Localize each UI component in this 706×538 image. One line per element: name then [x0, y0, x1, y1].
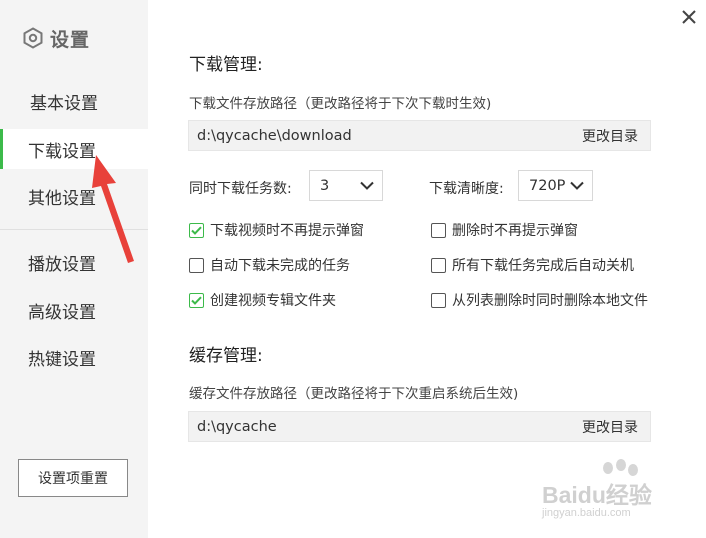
cache-change-dir-button[interactable]: 更改目录 — [582, 417, 638, 437]
checkbox-label: 所有下载任务完成后自动关机 — [452, 258, 634, 274]
download-change-dir-button[interactable]: 更改目录 — [582, 126, 638, 146]
quality-select[interactable]: 720P — [518, 170, 593, 201]
checkmark-icon — [191, 296, 202, 305]
checkbox[interactable] — [189, 222, 204, 238]
sidebar-item-label: 热键设置 — [28, 349, 96, 370]
checkbox[interactable] — [431, 257, 446, 273]
sidebar-brand: 设置 — [22, 24, 90, 52]
quality-value: 720P — [529, 177, 566, 194]
sidebar-title: 设置 — [50, 28, 91, 51]
concurrent-tasks-value: 3 — [320, 177, 330, 194]
checkbox[interactable] — [431, 222, 446, 238]
option-create-album-folder[interactable]: 创建视频专辑文件夹 — [189, 290, 336, 310]
checkbox-label: 从列表删除时同时删除本地文件 — [452, 293, 648, 309]
checkmark-icon — [191, 226, 202, 235]
concurrent-tasks-label: 同时下载任务数: — [189, 181, 292, 197]
checkbox-label: 下载视频时不再提示弹窗 — [210, 223, 364, 239]
checkbox-label: 删除时不再提示弹窗 — [452, 223, 578, 239]
chevron-down-icon — [360, 181, 374, 190]
sidebar-item-hotkeys[interactable]: 热键设置 — [0, 337, 148, 377]
option-no-popup-on-download[interactable]: 下载视频时不再提示弹窗 — [189, 220, 364, 240]
sidebar-item-label: 播放设置 — [28, 254, 96, 275]
cache-path-hint: 缓存文件存放路径（更改路径将于下次重启系统后生效) — [189, 386, 519, 402]
sidebar: 设置 基本设置 下载设置 其他设置 播放设置 高级设置 热键设置 设置项重置 — [0, 0, 148, 538]
gear-icon — [23, 27, 43, 49]
watermark-subtext: jingyan.baidu.com — [542, 507, 631, 519]
reset-settings-button[interactable]: 设置项重置 — [18, 459, 128, 497]
option-no-popup-on-delete[interactable]: 删除时不再提示弹窗 — [431, 220, 578, 240]
sidebar-item-label: 基本设置 — [30, 93, 98, 114]
download-path-value: d:\qycache\download — [197, 127, 352, 144]
checkbox[interactable] — [189, 292, 204, 308]
checkbox[interactable] — [189, 257, 204, 273]
checkbox[interactable] — [431, 292, 446, 308]
option-auto-download-unfinished[interactable]: 自动下载未完成的任务 — [189, 255, 350, 275]
download-path-field: d:\qycache\download 更改目录 — [188, 120, 651, 151]
checkbox-label: 创建视频专辑文件夹 — [210, 293, 336, 309]
option-shutdown-after-download[interactable]: 所有下载任务完成后自动关机 — [431, 255, 634, 275]
cache-path-value: d:\qycache — [197, 418, 277, 435]
download-section-title: 下载管理: — [189, 55, 263, 75]
option-delete-local-files[interactable]: 从列表删除时同时删除本地文件 — [431, 290, 648, 310]
cache-path-field: d:\qycache 更改目录 — [188, 411, 651, 442]
quality-label: 下载清晰度: — [429, 181, 504, 197]
annotation-arrow-icon — [92, 155, 134, 263]
watermark-text: Baidu经验 — [542, 482, 652, 508]
sidebar-item-basic[interactable]: 基本设置 — [0, 81, 148, 121]
checkbox-label: 自动下载未完成的任务 — [210, 258, 350, 274]
close-icon[interactable] — [680, 8, 698, 26]
sidebar-item-label: 下载设置 — [28, 141, 96, 162]
chevron-down-icon — [570, 181, 584, 190]
sidebar-item-advanced[interactable]: 高级设置 — [0, 290, 148, 330]
sidebar-item-label: 其他设置 — [28, 188, 96, 209]
download-path-hint: 下载文件存放路径（更改路径将于下次下载时生效) — [189, 96, 492, 112]
sidebar-item-label: 高级设置 — [28, 302, 96, 323]
cache-section-title: 缓存管理: — [189, 346, 263, 366]
concurrent-tasks-select[interactable]: 3 — [309, 170, 383, 201]
